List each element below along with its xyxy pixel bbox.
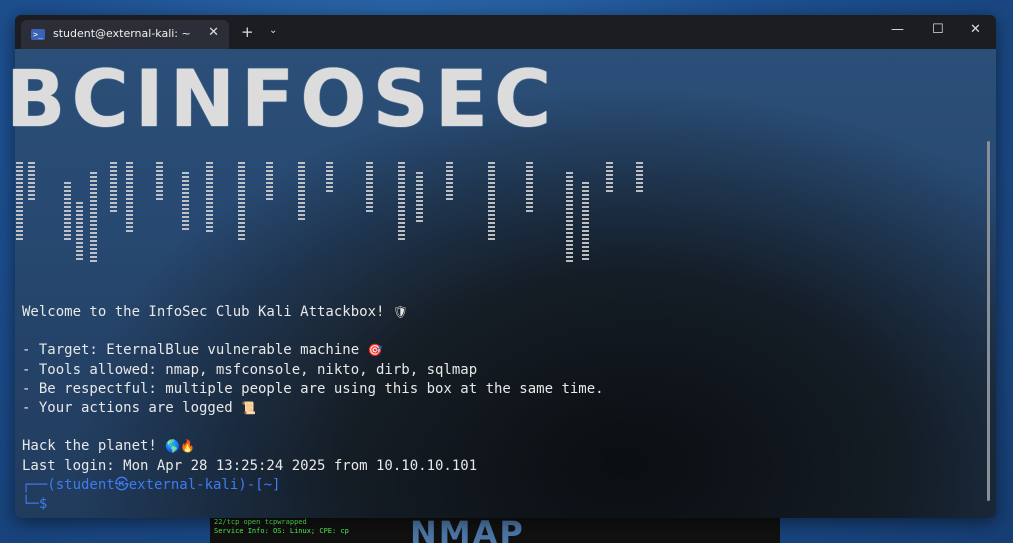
globe-fire-icon: 🌎🔥 — [165, 439, 196, 454]
scrollbar[interactable] — [987, 141, 990, 501]
ascii-banner-drips — [6, 162, 646, 272]
scroll-icon: 📜 — [241, 400, 257, 415]
close-window-button[interactable]: ✕ — [970, 22, 981, 37]
logged-line: - Your actions are logged 📜 — [22, 399, 257, 416]
last-login-line: Last login: Mon Apr 28 13:25:24 2025 fro… — [22, 457, 478, 474]
tools-line: - Tools allowed: nmap, msfconsole, nikto… — [22, 361, 478, 378]
title-bar: >_ student@external-kali: ~ ✕ + ⌄ — ☐ ✕ — [15, 15, 996, 49]
close-tab-icon[interactable]: ✕ — [208, 25, 219, 40]
target-icon: 🎯 — [367, 343, 383, 358]
ascii-banner: BCINFOSEC — [6, 55, 558, 145]
bg-terminal-banner: NMAP — [410, 518, 525, 543]
chevron-down-icon[interactable]: ⌄ — [269, 25, 277, 36]
hack-line: Hack the planet! 🌎🔥 — [22, 438, 196, 455]
prompt-line-2[interactable]: └─$ — [22, 495, 604, 514]
terminal-output: Welcome to the InfoSec Club Kali Attackb… — [22, 303, 604, 514]
tab-terminal[interactable]: >_ student@external-kali: ~ ✕ — [21, 20, 229, 49]
tab-title: student@external-kali: ~ — [53, 27, 191, 40]
powershell-icon: >_ — [31, 29, 45, 40]
respect-line: - Be respectful: multiple people are usi… — [22, 380, 604, 397]
background-terminal-window: 22/tcp open tcpwrapped Service Info: OS:… — [210, 518, 780, 543]
new-tab-button[interactable]: + — [241, 23, 254, 41]
shield-icon: 🛡 — [392, 305, 409, 319]
minimize-button[interactable]: — — [891, 22, 904, 37]
target-line: - Target: EternalBlue vulnerable machine… — [22, 342, 383, 359]
prompt-line-1: ┌──(student㉿external-kali)-[~] — [22, 476, 281, 493]
maximize-button[interactable]: ☐ — [932, 22, 944, 37]
welcome-line: Welcome to the InfoSec Club Kali Attackb… — [22, 304, 409, 320]
